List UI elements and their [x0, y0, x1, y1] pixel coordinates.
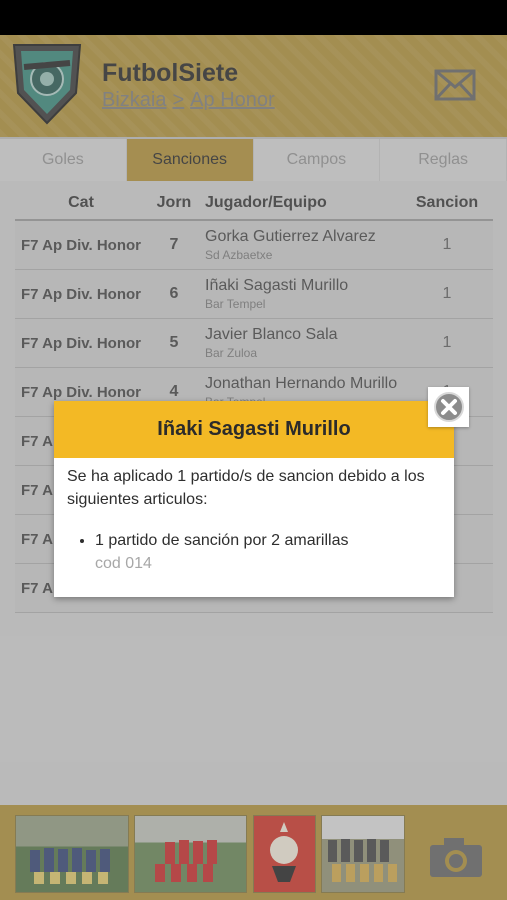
- status-bar: [0, 0, 507, 35]
- close-icon: [433, 392, 464, 422]
- dialog-body: Se ha aplicado 1 partido/s de sancion de…: [54, 458, 454, 575]
- sanction-detail-dialog: Iñaki Sagasti Murillo Se ha aplicado 1 p…: [54, 401, 454, 597]
- dialog-message: Se ha aplicado 1 partido/s de sancion de…: [67, 468, 425, 508]
- sanction-articles-list: 1 partido de sanción por 2 amarillas cod…: [67, 529, 442, 575]
- article-code: cod 014: [95, 555, 152, 572]
- article-text: 1 partido de sanción por 2 amarillas: [95, 532, 349, 549]
- close-dialog-button[interactable]: [428, 387, 469, 427]
- list-item: 1 partido de sanción por 2 amarillas cod…: [95, 529, 442, 575]
- dialog-title: Iñaki Sagasti Murillo: [54, 401, 454, 458]
